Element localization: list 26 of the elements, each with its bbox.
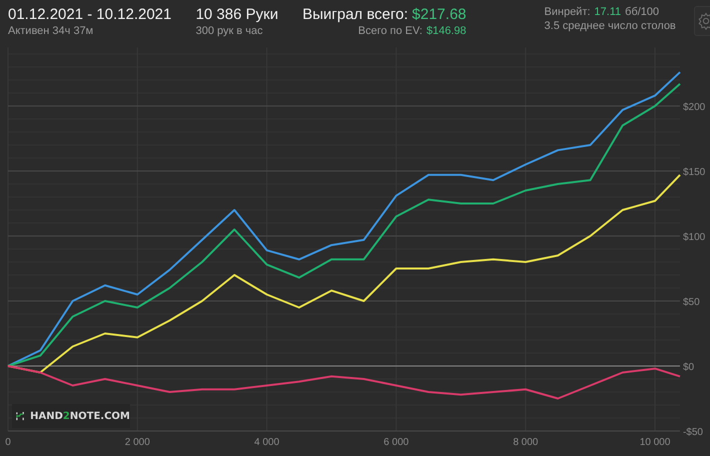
winrate-label: Винрейт: xyxy=(544,6,590,18)
settings-icon xyxy=(697,12,710,30)
y-axis-label: $200 xyxy=(682,102,706,113)
y-axis-label: $0 xyxy=(682,362,694,373)
y-axis-label: $50 xyxy=(682,297,700,308)
y-axis-label: $100 xyxy=(682,232,706,243)
won-label: Выиграл всего: xyxy=(302,6,408,23)
x-axis-label: 2 000 xyxy=(124,437,150,448)
y-axis-label: $150 xyxy=(682,167,706,178)
x-axis-label: 4 000 xyxy=(254,437,280,448)
ev-value: $146.98 xyxy=(426,25,466,37)
logo-text: HAND2NOTE.COM xyxy=(30,410,130,422)
hands-count: 10 386 Руки xyxy=(196,6,280,23)
won-value: $217.68 xyxy=(412,6,466,23)
winrate-unit: бб/100 xyxy=(625,6,660,18)
x-axis-label: 8 000 xyxy=(513,437,538,448)
ev-label: Всего по EV: xyxy=(358,25,422,37)
winrate-value: 17.11 xyxy=(594,6,622,18)
active-time: Активен 34ч 37м xyxy=(8,25,94,37)
date-range: 01.12.2021 - 10.12.2021 xyxy=(8,6,172,23)
average-tables: 3.5 среднее число столов xyxy=(544,20,694,32)
x-axis-label: 6 000 xyxy=(384,437,409,448)
x-axis-label: 0 xyxy=(5,437,11,448)
hands-per-hour: 300 рук в час xyxy=(196,25,264,37)
y-axis-label: -$50 xyxy=(682,427,703,438)
x-axis-label: 10 000 xyxy=(640,437,670,448)
